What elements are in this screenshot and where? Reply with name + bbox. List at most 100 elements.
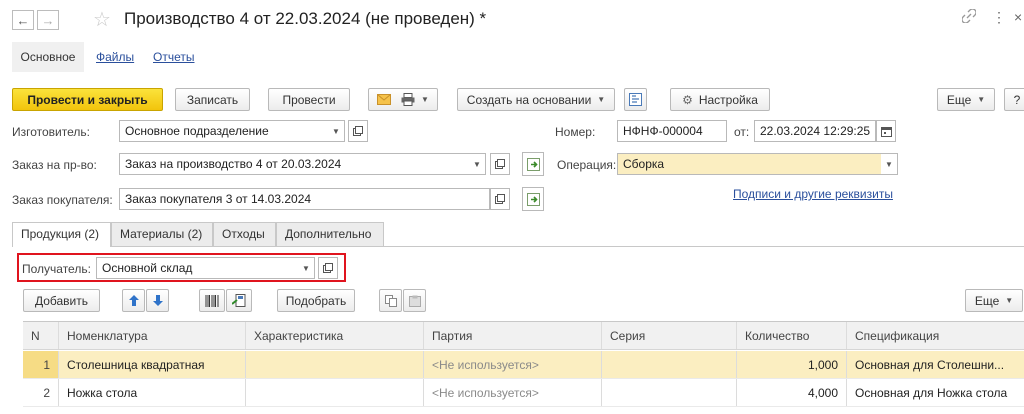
customer-order-fill-button[interactable] — [522, 187, 544, 211]
tab-materials[interactable]: Материалы (2) — [111, 222, 213, 246]
tab-additional[interactable]: Дополнительно — [276, 222, 384, 246]
column-header-specification[interactable]: Спецификация — [847, 322, 1024, 349]
mail-print-button[interactable]: ▼ — [368, 88, 438, 111]
back-button[interactable]: ← — [12, 10, 34, 30]
maker-open-button[interactable] — [348, 120, 368, 142]
post-and-close-button[interactable]: Провести и закрыть — [12, 88, 163, 111]
chevron-down-icon: ▼ — [977, 95, 986, 104]
maker-field[interactable]: Основное подразделение — [119, 120, 329, 142]
settings-button[interactable]: ⚙ Настройка — [670, 88, 770, 111]
table-more-label: Еще — [974, 293, 1000, 308]
tab-files[interactable]: Файлы — [96, 42, 134, 72]
chevron-down-icon: ▼ — [421, 95, 429, 104]
select-items-button[interactable]: Подобрать — [277, 289, 355, 312]
open-window-icon — [495, 194, 505, 204]
column-header-item[interactable]: Номенклатура — [59, 322, 246, 349]
table-more-button[interactable]: Еще ▼ — [965, 289, 1023, 312]
chevron-down-icon: ▼ — [332, 126, 340, 136]
move-up-button[interactable] — [122, 289, 145, 312]
calendar-button[interactable] — [876, 120, 896, 142]
page-title: Производство 4 от 22.03.2024 (не проведе… — [124, 9, 487, 28]
barcode-button[interactable] — [199, 289, 225, 312]
number-field[interactable]: НФНФ-000004 — [617, 120, 727, 142]
arrow-right-icon: → — [41, 12, 55, 28]
printer-icon — [401, 93, 415, 106]
row-characteristic[interactable] — [246, 351, 424, 378]
column-header-quantity[interactable]: Количество — [737, 322, 847, 349]
tab-waste[interactable]: Отходы — [213, 222, 276, 246]
link-icon[interactable] — [962, 9, 976, 23]
arrow-down-icon — [152, 295, 163, 306]
arrow-left-icon: ← — [16, 12, 30, 28]
barcode-icon — [205, 294, 219, 307]
fill-green-icon — [526, 192, 540, 206]
customer-order-field[interactable]: Заказ покупателя 3 от 14.03.2024 — [119, 188, 490, 210]
signatures-link[interactable]: Подписи и другие реквизиты — [733, 187, 893, 201]
tab-main[interactable]: Основное — [12, 42, 84, 72]
create-based-on-button[interactable]: Создать на основании ▼ — [457, 88, 615, 111]
table-row[interactable]: 2 Ножка стола <Не используется> 4,000 Ос… — [23, 379, 1024, 407]
settings-label: Настройка — [698, 92, 758, 107]
close-icon[interactable]: × — [1014, 9, 1022, 25]
move-down-button[interactable] — [146, 289, 169, 312]
operation-dropdown-button[interactable]: ▼ — [881, 153, 898, 175]
column-header-series[interactable]: Серия — [602, 322, 737, 349]
row-quantity[interactable]: 1,000 — [737, 351, 847, 378]
help-button[interactable]: ? — [1004, 88, 1024, 111]
tab-products[interactable]: Продукция (2) — [12, 222, 111, 247]
row-item[interactable]: Столешница квадратная — [59, 351, 246, 378]
row-item[interactable]: Ножка стола — [59, 379, 246, 406]
table-row[interactable]: 1 Столешница квадратная <Не используется… — [23, 351, 1024, 379]
favorite-star-icon[interactable]: ☆ — [93, 7, 111, 32]
copy-icon — [384, 294, 397, 307]
structure-button[interactable] — [624, 88, 647, 111]
row-characteristic[interactable] — [246, 379, 424, 406]
row-quantity[interactable]: 4,000 — [737, 379, 847, 406]
row-series[interactable] — [602, 351, 737, 378]
forward-button[interactable]: → — [37, 10, 59, 30]
column-header-n[interactable]: N — [23, 322, 59, 349]
recipient-open-button[interactable] — [318, 257, 338, 279]
open-window-icon — [495, 159, 505, 169]
operation-field[interactable]: Сборка — [617, 153, 882, 175]
order-open-button[interactable] — [490, 153, 510, 175]
data-collection-button[interactable] — [226, 289, 252, 312]
recipient-dropdown-button[interactable]: ▼ — [298, 257, 315, 279]
column-header-batch[interactable]: Партия — [424, 322, 602, 349]
chevron-down-icon: ▼ — [597, 95, 606, 104]
more-button[interactable]: Еще ▼ — [937, 88, 995, 111]
paste-icon — [408, 295, 421, 307]
operation-label: Операция: — [557, 158, 617, 172]
order-field[interactable]: Заказ на производство 4 от 20.03.2024 — [119, 153, 470, 175]
copy-rows-button[interactable] — [379, 289, 402, 312]
row-number: 1 — [23, 351, 59, 378]
tab-reports[interactable]: Отчеты — [153, 42, 194, 72]
chevron-down-icon: ▼ — [473, 159, 481, 169]
recipient-field[interactable]: Основной склад — [96, 257, 299, 279]
arrow-up-icon — [128, 295, 139, 306]
post-button[interactable]: Провести — [268, 88, 350, 111]
open-window-icon — [353, 126, 363, 136]
row-specification[interactable]: Основная для Ножка стола — [847, 379, 1024, 406]
date-field[interactable]: 22.03.2024 12:29:25 — [754, 120, 876, 142]
more-vertical-icon[interactable]: ⋮ — [992, 9, 1006, 26]
column-header-characteristic[interactable]: Характеристика — [246, 322, 424, 349]
order-fill-button[interactable] — [522, 152, 544, 176]
add-row-button[interactable]: Добавить — [23, 289, 100, 312]
customer-order-open-button[interactable] — [490, 188, 510, 210]
order-dropdown-button[interactable]: ▼ — [469, 153, 486, 175]
more-label: Еще — [946, 92, 972, 107]
row-specification[interactable]: Основная для Столешни... — [847, 351, 1024, 378]
chevron-down-icon: ▼ — [302, 263, 310, 273]
open-window-icon — [323, 263, 333, 273]
row-number: 2 — [23, 379, 59, 406]
paste-rows-button[interactable] — [403, 289, 426, 312]
row-batch[interactable]: <Не используется> — [424, 351, 602, 378]
save-button[interactable]: Записать — [175, 88, 250, 111]
row-batch[interactable]: <Не используется> — [424, 379, 602, 406]
order-label: Заказ на пр-во: — [12, 158, 97, 172]
maker-dropdown-button[interactable]: ▼ — [328, 120, 345, 142]
terminal-icon — [232, 294, 246, 307]
row-series[interactable] — [602, 379, 737, 406]
tab-divider — [12, 246, 1024, 247]
